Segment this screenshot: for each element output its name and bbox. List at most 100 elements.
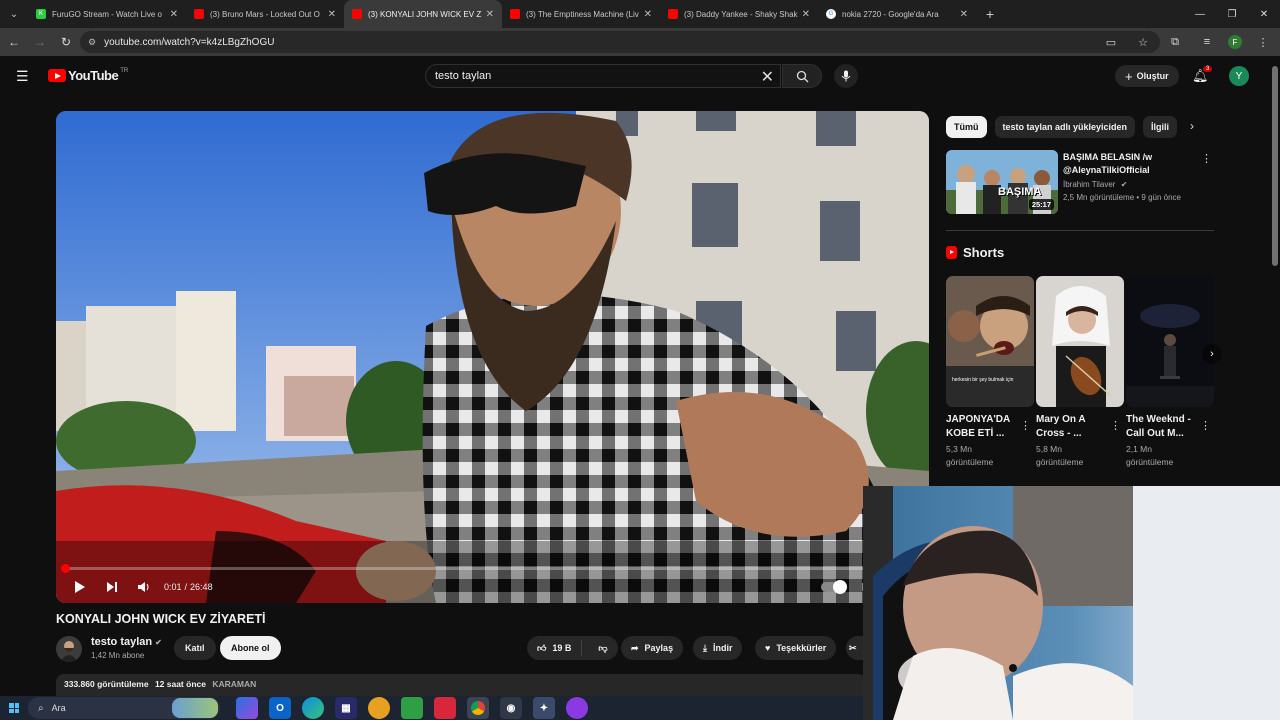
- recommended-title[interactable]: BAŞIMA BELASIN /w @AleynaTilkiOfficial: [1063, 151, 1203, 177]
- browser-tab[interactable]: (3) The Emptiness Machine (Liv ✕: [502, 0, 660, 28]
- tab-close-icon[interactable]: ✕: [802, 9, 810, 20]
- youtube-logo[interactable]: YouTube TR: [48, 68, 128, 83]
- restore-icon[interactable]: ❐: [1216, 0, 1248, 28]
- tab-close-icon[interactable]: ✕: [486, 9, 494, 20]
- youtube-play-logo-icon: [48, 69, 66, 82]
- menu-hamburger-icon[interactable]: ☰: [16, 68, 29, 85]
- app-icon[interactable]: [368, 697, 390, 719]
- short-title[interactable]: The Weeknd - Call Out M...: [1126, 413, 1196, 441]
- browser-tab[interactable]: G nokia 2720 - Google'da Ara ✕: [818, 0, 976, 28]
- store-icon[interactable]: ▦: [335, 697, 357, 719]
- close-window-icon[interactable]: ✕: [1248, 0, 1280, 28]
- app-icon[interactable]: [434, 697, 456, 719]
- subscribe-button[interactable]: Abone ol: [220, 636, 281, 660]
- description-box[interactable]: 333.860 görüntüleme 12 saat önce KARAMAN: [56, 674, 866, 696]
- verified-check-icon: ✔: [1120, 180, 1128, 189]
- address-bar[interactable]: ⚙ youtube.com/watch?v=k4zLBgZhOGU: [80, 31, 1160, 53]
- profile-avatar[interactable]: F: [1228, 35, 1242, 49]
- obs-icon[interactable]: ◉: [500, 697, 522, 719]
- more-actions-icon[interactable]: ⋮: [1200, 419, 1211, 432]
- shorts-next-chevron-icon[interactable]: ›: [1202, 344, 1222, 364]
- recommended-thumbnail[interactable]: BAŞIMA 25:17: [946, 150, 1058, 214]
- dislike-button[interactable]: 👎︎: [588, 643, 617, 654]
- join-button[interactable]: Katıl: [174, 636, 216, 660]
- chrome-icon[interactable]: [467, 697, 489, 719]
- short-thumbnail[interactable]: [1036, 276, 1124, 407]
- recommended-channel[interactable]: İbrahim Tilaver ✔: [1063, 180, 1127, 189]
- create-button[interactable]: + Oluştur: [1115, 65, 1179, 87]
- download-button[interactable]: ⤓ İndir: [693, 636, 743, 660]
- account-avatar[interactable]: Y: [1229, 66, 1249, 86]
- share-button[interactable]: ➦ Paylaş: [621, 636, 684, 660]
- tab-title: (3) The Emptiness Machine (Liv: [526, 9, 639, 19]
- browser-tab[interactable]: K FuruGO Stream - Watch Live o ✕: [28, 0, 186, 28]
- chip-all[interactable]: Tümü: [946, 116, 987, 138]
- like-button[interactable]: 👍︎ 19 B: [527, 640, 583, 656]
- chevron-right-icon[interactable]: ›: [1190, 119, 1194, 133]
- recommended-video[interactable]: BAŞIMA 25:17 BAŞIMA BELASIN /w @AleynaTi…: [946, 150, 1216, 214]
- volume-button[interactable]: [128, 571, 160, 603]
- more-menu-icon[interactable]: ⋮: [1252, 31, 1274, 53]
- site-info-icon[interactable]: ⚙: [88, 37, 96, 48]
- autoplay-toggle[interactable]: [817, 571, 849, 603]
- video-player[interactable]: 0:01/26:48: [56, 111, 929, 603]
- view-count: 333.860 görüntüleme: [64, 679, 149, 689]
- tab-close-icon[interactable]: ✕: [170, 9, 178, 20]
- thumbs-down-icon: 👎︎: [598, 642, 608, 653]
- next-button[interactable]: [96, 571, 128, 603]
- tab-close-icon[interactable]: ✕: [960, 9, 968, 20]
- cast-icon[interactable]: ▭: [1100, 31, 1122, 53]
- short-item[interactable]: herkesin bir şey bulmak için JAPONYA'DA …: [946, 276, 1034, 469]
- copilot-icon[interactable]: [236, 697, 258, 719]
- shorts-heading: Shorts: [946, 245, 1004, 260]
- thanks-heart-icon: ♥: [765, 643, 771, 653]
- back-arrow-icon[interactable]: ←: [2, 30, 26, 54]
- reload-icon[interactable]: ↻: [54, 30, 78, 54]
- chip-related[interactable]: İlgili: [1143, 116, 1178, 138]
- browser-tab[interactable]: (3) Bruno Mars - Locked Out O ✕: [186, 0, 344, 28]
- short-thumbnail[interactable]: herkesin bir şey bulmak için: [946, 276, 1034, 407]
- webcam-image: [863, 486, 1280, 720]
- more-actions-icon[interactable]: ⋮: [1020, 419, 1031, 432]
- video-frame: [56, 111, 929, 603]
- play-button[interactable]: [64, 571, 96, 603]
- edge-icon[interactable]: [302, 697, 324, 719]
- thumbnail-overlay-text: BAŞIMA: [998, 186, 1042, 198]
- progress-bar[interactable]: [61, 564, 921, 573]
- short-item[interactable]: Mary On A Cross - ... ⋮ 5,8 Mn görüntülem…: [1036, 276, 1124, 469]
- browser-tab-active[interactable]: (3) KONYALI JOHN WICK EV Zİ ✕: [344, 0, 502, 28]
- bookmark-star-icon[interactable]: ☆: [1132, 31, 1154, 53]
- tab-search-menu-icon[interactable]: ⌄: [0, 0, 28, 28]
- tab-close-icon[interactable]: ✕: [328, 9, 336, 20]
- search-button[interactable]: [782, 64, 822, 88]
- short-title[interactable]: JAPONYA'DA KOBE ETİ ...: [946, 413, 1016, 441]
- scrollbar-thumb[interactable]: [1272, 66, 1278, 266]
- thanks-button[interactable]: ♥ Teşekkürler: [755, 636, 837, 660]
- browser-tab[interactable]: (3) Daddy Yankee - Shaky Shak ✕: [660, 0, 818, 28]
- voice-search-button[interactable]: [834, 64, 858, 88]
- channel-name[interactable]: testo taylan ✔: [91, 636, 162, 648]
- app-icon[interactable]: ✦: [533, 697, 555, 719]
- short-thumbnail[interactable]: [1126, 276, 1214, 407]
- clip-button[interactable]: ✂: [846, 636, 863, 660]
- taskbar-search[interactable]: ⌕ Ara: [28, 697, 220, 719]
- outlook-icon[interactable]: O: [269, 697, 291, 719]
- location-tag[interactable]: KARAMAN: [212, 679, 256, 689]
- search-input[interactable]: testo taylan ✕: [425, 64, 781, 88]
- short-title[interactable]: Mary On A Cross - ...: [1036, 413, 1106, 441]
- new-tab-icon[interactable]: +: [976, 0, 1004, 28]
- chip-from-uploader[interactable]: testo taylan adlı yükleyiciden: [994, 116, 1136, 138]
- more-actions-icon[interactable]: ⋮: [1110, 419, 1121, 432]
- clear-search-icon[interactable]: ✕: [761, 67, 774, 87]
- media-controls-icon[interactable]: ≡: [1196, 31, 1218, 53]
- more-actions-icon[interactable]: ⋮: [1201, 152, 1212, 165]
- tab-close-icon[interactable]: ✕: [644, 9, 652, 20]
- forward-arrow-icon[interactable]: →: [28, 30, 52, 54]
- minimize-icon[interactable]: —: [1184, 0, 1216, 28]
- app-icon[interactable]: [401, 697, 423, 719]
- channel-avatar[interactable]: [56, 636, 82, 662]
- extensions-icon[interactable]: ⧉: [1164, 31, 1186, 53]
- app-icon[interactable]: [566, 697, 588, 719]
- short-item[interactable]: The Weeknd - Call Out M... ⋮ 2,1 Mn görün…: [1126, 276, 1214, 469]
- start-button[interactable]: [0, 696, 28, 720]
